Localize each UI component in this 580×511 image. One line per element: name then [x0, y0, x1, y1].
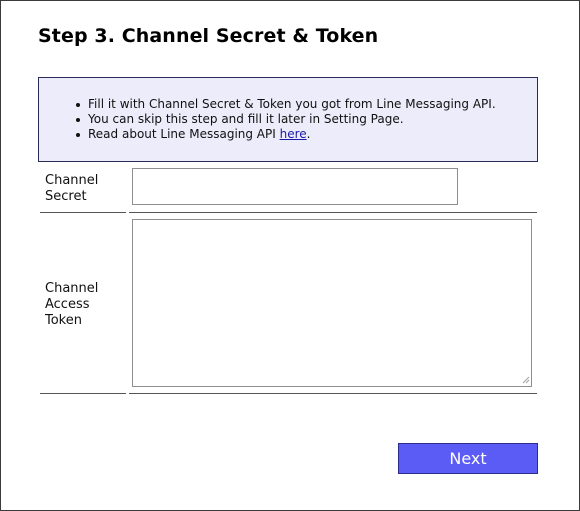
info-item-fill: Fill it with Channel Secret & Token you …: [76, 97, 496, 112]
channel-access-token-label: Channel Access Token: [45, 281, 99, 328]
info-item-skip: You can skip this step and fill it later…: [76, 112, 496, 127]
info-item-read-text: Read about Line Messaging API: [88, 127, 280, 141]
row-divider-left: [40, 212, 126, 213]
info-item-read-suffix: .: [306, 127, 311, 141]
page-title: Step 3. Channel Secret & Token: [38, 25, 379, 47]
info-list: Fill it with Channel Secret & Token you …: [76, 97, 496, 142]
channel-secret-label: Channel Secret: [45, 173, 99, 204]
wizard-frame: Step 3. Channel Secret & Token Fill it w…: [0, 0, 580, 511]
next-button[interactable]: Next: [398, 443, 538, 474]
info-box: Fill it with Channel Secret & Token you …: [38, 77, 538, 162]
row-divider-right: [129, 212, 537, 213]
channel-access-token-textarea[interactable]: [132, 219, 532, 387]
info-item-read: Read about Line Messaging API here.: [76, 127, 496, 142]
row-divider-right: [129, 393, 537, 394]
here-link[interactable]: here: [280, 127, 307, 141]
resize-grip-icon[interactable]: [520, 374, 530, 384]
channel-secret-input[interactable]: [132, 168, 458, 205]
row-divider-left: [40, 393, 126, 394]
